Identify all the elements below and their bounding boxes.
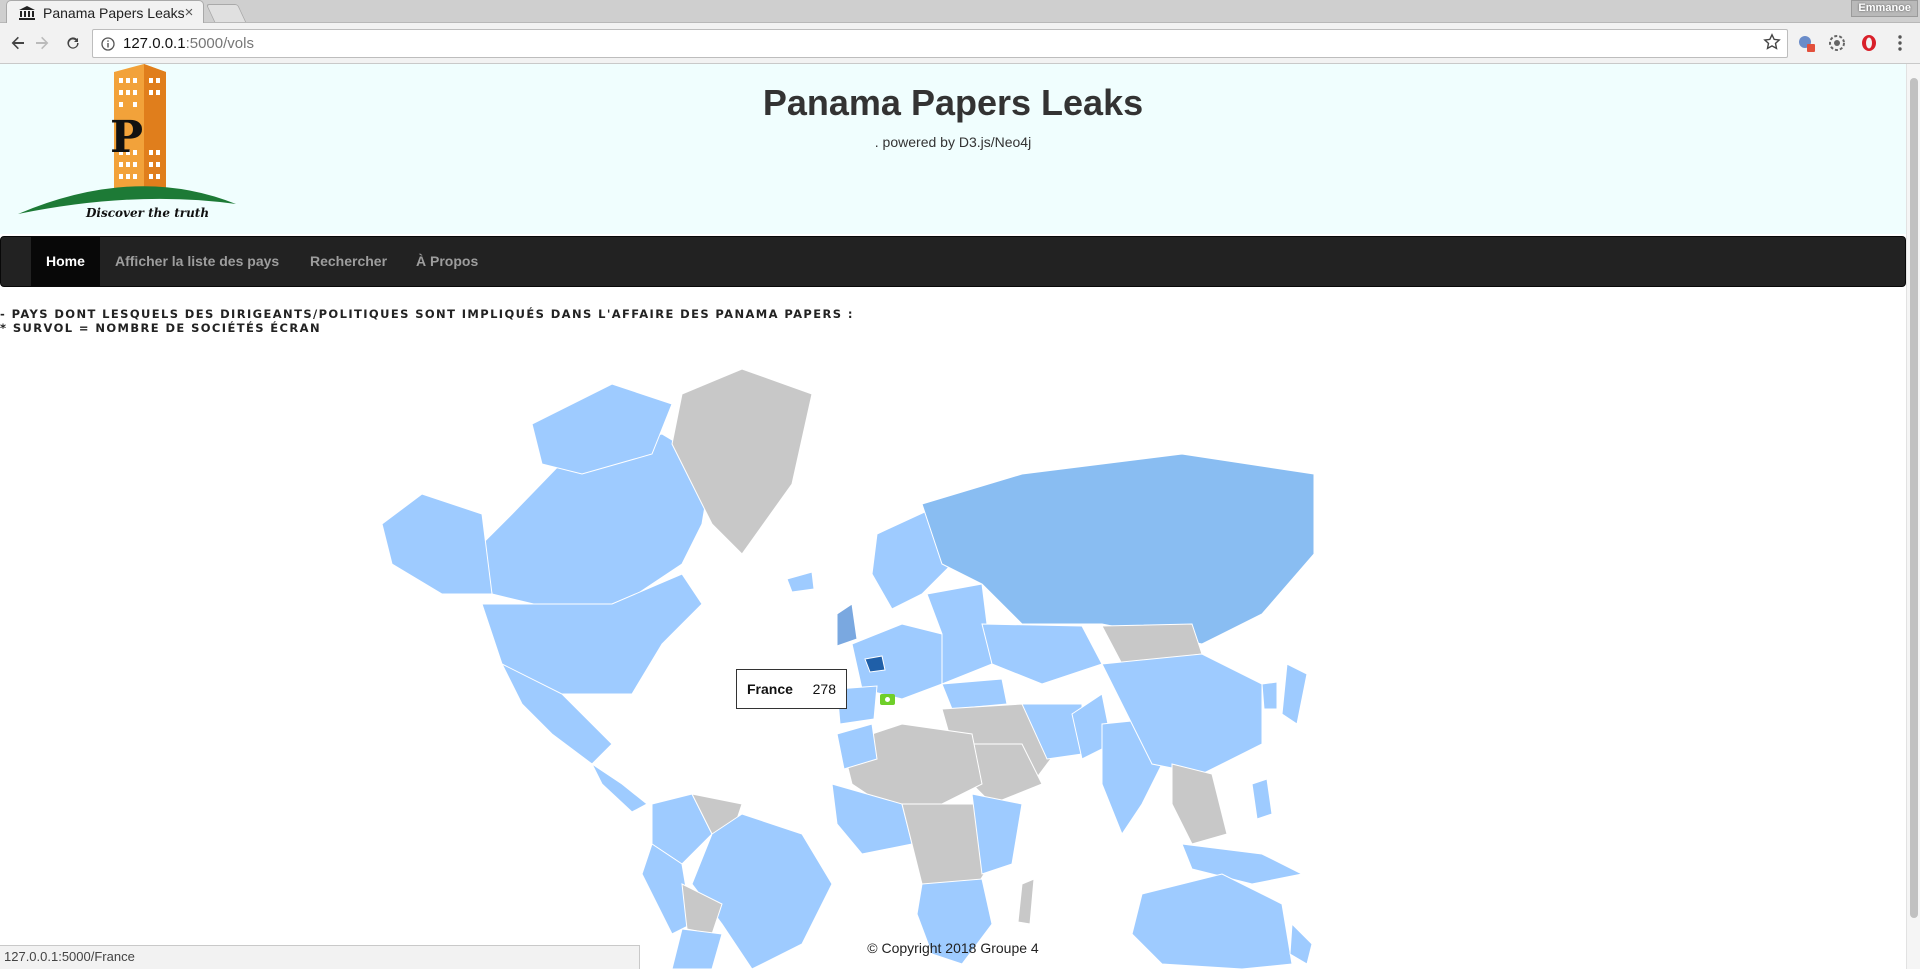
- country-southeast-asia: [1171, 763, 1228, 845]
- country-turkey: [941, 678, 1008, 710]
- back-icon[interactable]: [6, 31, 30, 55]
- forward-icon[interactable]: [30, 31, 54, 55]
- country-uk: [836, 603, 858, 647]
- camera-marker-icon[interactable]: [880, 694, 895, 705]
- country-indonesia: [1181, 843, 1304, 885]
- world-map[interactable]: [381, 364, 1315, 969]
- settings-extension-icon[interactable]: [1827, 33, 1847, 53]
- intro-line-2: * SURVOL = NOMBRE DE SOCIÉTÉS ÉCRAN: [0, 321, 321, 335]
- site-header: P Discover the truth Panama Papers Leaks…: [0, 64, 1906, 234]
- intro-text: - PAYS DONT LESQUELS DES DIRIGEANTS/POLI…: [0, 307, 854, 335]
- main-navbar: Home Afficher la liste des pays Recherch…: [0, 236, 1906, 287]
- new-tab-button[interactable]: [205, 4, 247, 22]
- browser-tab[interactable]: Panama Papers Leaks ×: [6, 0, 204, 24]
- country-korea: [1261, 681, 1278, 710]
- country-madagascar: [1017, 878, 1035, 925]
- bookmark-star-icon[interactable]: [1763, 33, 1781, 56]
- scrollbar-thumb[interactable]: [1910, 78, 1918, 918]
- country-philippines: [1251, 778, 1273, 820]
- logo-tagline: Discover the truth: [86, 206, 210, 220]
- browser-toolbar: 127.0.0.1:5000/vols: [0, 23, 1920, 64]
- country-central-america: [590, 762, 648, 813]
- tab-strip: Panama Papers Leaks × Emmanoe: [0, 0, 1920, 24]
- tab-title: Panama Papers Leaks: [43, 4, 185, 21]
- url-path: :5000/vols: [185, 35, 254, 52]
- extension-icon[interactable]: [1796, 33, 1816, 53]
- bank-icon: [19, 5, 35, 20]
- page-title: Panama Papers Leaks: [762, 82, 1144, 123]
- map-tooltip: France 278: [736, 669, 847, 709]
- tooltip-count: 278: [812, 681, 836, 697]
- profile-button[interactable]: Emmanoe: [1851, 0, 1918, 17]
- country-kazakhstan: [981, 623, 1103, 685]
- page-subtitle: . powered by D3.js/Neo4j: [874, 134, 1032, 150]
- page-scrollbar[interactable]: [1906, 64, 1920, 969]
- reload-icon[interactable]: [61, 31, 85, 55]
- close-icon[interactable]: ×: [185, 4, 194, 21]
- country-japan: [1281, 663, 1308, 725]
- menu-icon[interactable]: [1890, 33, 1910, 53]
- country-iceland: [786, 571, 815, 593]
- status-bar: 127.0.0.1:5000/France: [0, 945, 640, 969]
- page-viewport: P Discover the truth Panama Papers Leaks…: [0, 64, 1906, 969]
- info-icon[interactable]: [101, 36, 115, 51]
- country-alaska: [381, 493, 493, 595]
- intro-line-1: - PAYS DONT LESQUELS DES DIRIGEANTS/POLI…: [0, 307, 854, 321]
- nav-about[interactable]: À Propos: [401, 237, 493, 286]
- nav-country-list[interactable]: Afficher la liste des pays: [100, 237, 294, 286]
- opera-icon[interactable]: [1859, 33, 1879, 53]
- url-host: 127.0.0.1: [123, 35, 186, 52]
- tooltip-country: France: [747, 681, 793, 697]
- nav-home[interactable]: Home: [31, 237, 100, 286]
- nav-search[interactable]: Rechercher: [295, 237, 402, 286]
- address-bar[interactable]: 127.0.0.1:5000/vols: [92, 29, 1788, 58]
